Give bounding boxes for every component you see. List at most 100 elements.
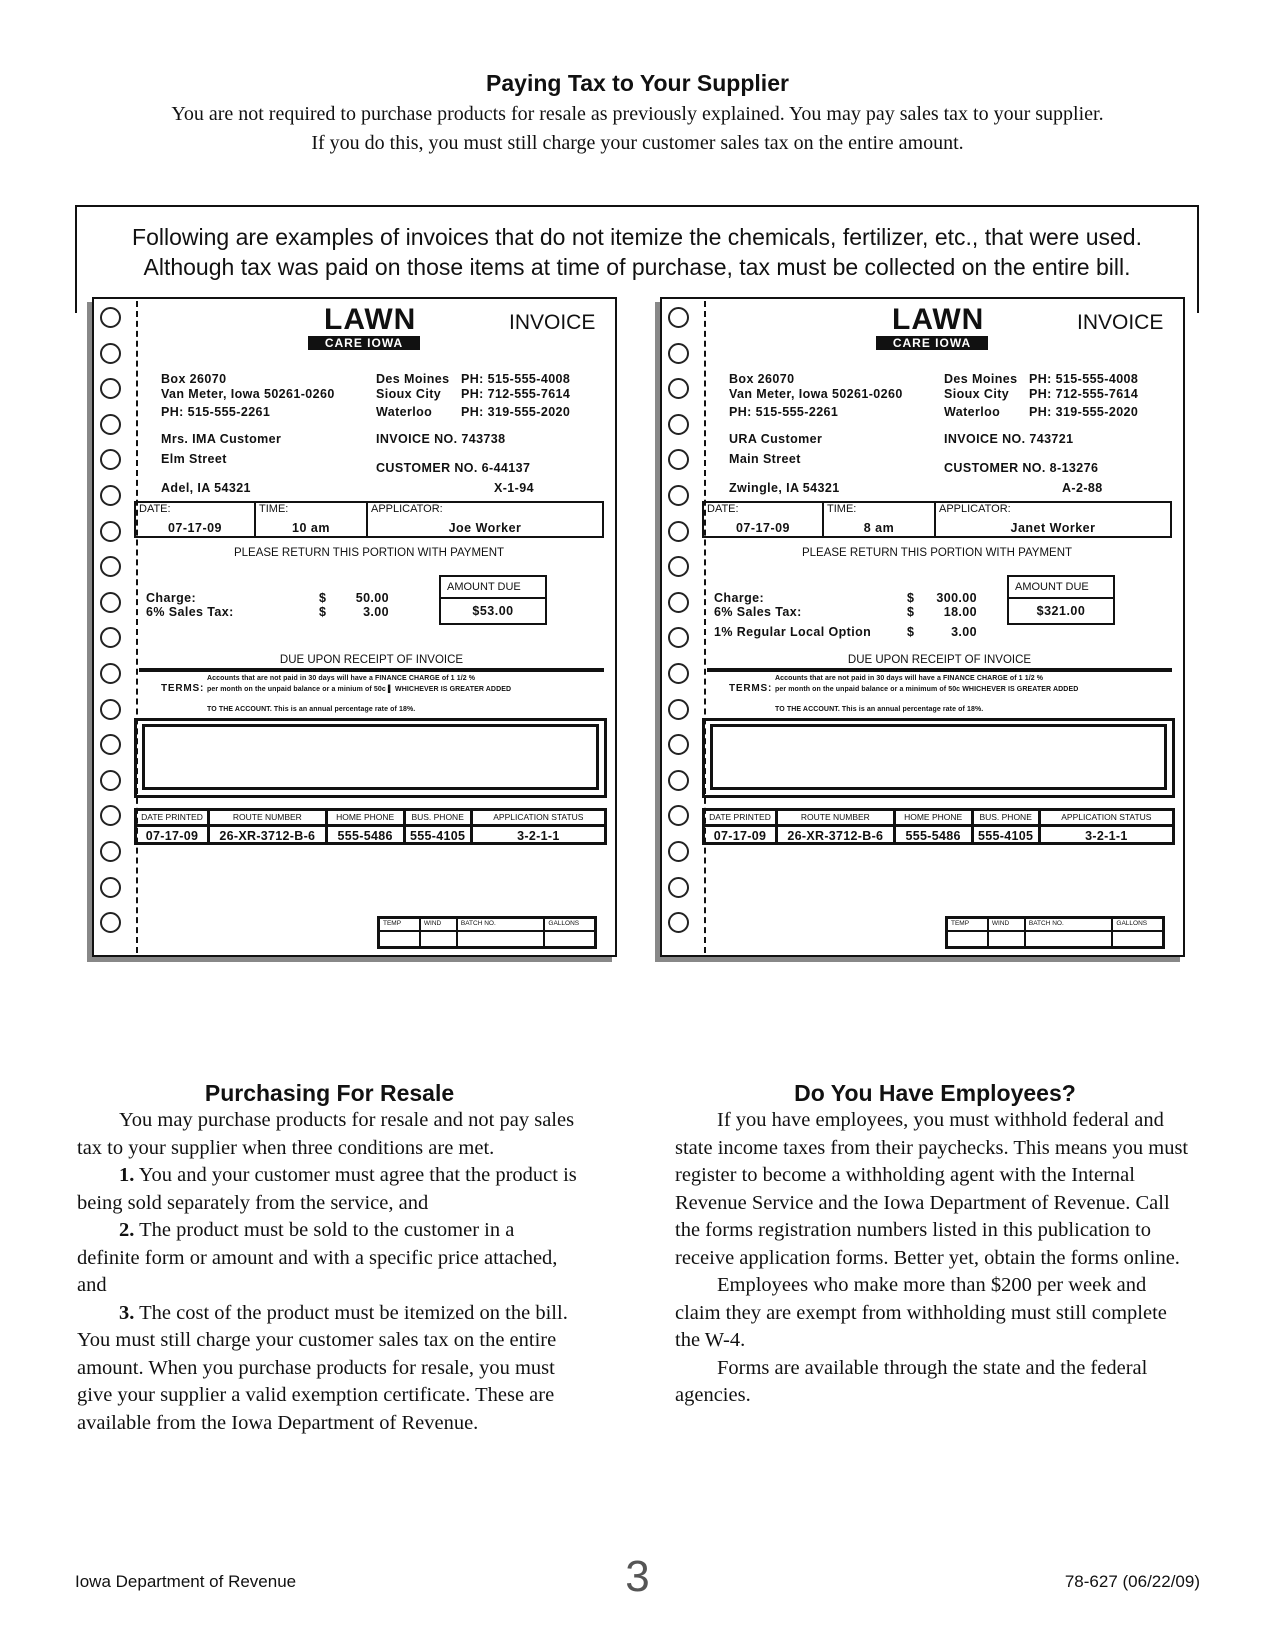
customer-street: Elm Street xyxy=(161,452,227,466)
info-header: ROUTE NUMBER xyxy=(778,811,893,827)
punch-hole-icon xyxy=(100,840,121,862)
punch-hole-icon xyxy=(668,342,689,364)
company-city: Van Meter, Iowa 50261-0260 xyxy=(729,387,903,401)
info-value: 07-17-09 xyxy=(145,829,199,843)
charge-label: Charge: xyxy=(146,591,197,605)
punch-hole-icon xyxy=(668,449,689,471)
punch-hole-icon xyxy=(100,912,121,934)
customer-city: Zwingle, IA 54321 xyxy=(729,481,840,495)
return-note: PLEASE RETURN THIS PORTION WITH PAYMENT xyxy=(801,547,1073,559)
notes-box xyxy=(702,718,1175,798)
charge-label: 1% Regular Local Option xyxy=(714,625,872,639)
batch-header: BATCH NO. xyxy=(1025,919,1112,932)
info-header: ROUTE NUMBER xyxy=(210,811,325,827)
info-value: 26-XR-3712-B-6 xyxy=(787,829,884,843)
branch-city: Des Moines xyxy=(944,372,1018,386)
amount-due-value: $321.00 xyxy=(1036,604,1086,618)
company-phone: PH: 515-555-2261 xyxy=(729,405,839,419)
info-value: 555-5486 xyxy=(905,829,961,843)
batch-header: TEMP xyxy=(948,919,987,932)
info-column: BUS. PHONE 555-4105 xyxy=(405,811,473,843)
company-box: Box 26070 xyxy=(161,372,227,386)
resale-item: 1. You and your customer must agree that… xyxy=(77,1162,582,1217)
resale-item: 3. The cost of the product must be itemi… xyxy=(77,1300,582,1438)
punch-hole-icon xyxy=(100,627,121,649)
info-header: APPLICATION STATUS xyxy=(1040,811,1172,827)
punch-hole-icon xyxy=(668,876,689,898)
punch-hole-icon xyxy=(100,662,121,684)
item-number: 1. xyxy=(119,1164,135,1186)
charge-amount-cell: $ 300.00 xyxy=(907,591,977,605)
time-cell: TIME: 10 am xyxy=(256,503,368,536)
punch-hole-icon xyxy=(668,840,689,862)
branch-city: Waterloo xyxy=(376,405,433,419)
info-column: ROUTE NUMBER 26-XR-3712-B-6 xyxy=(778,811,896,843)
branch-phone: PH: 319-555-2020 xyxy=(1029,405,1139,419)
info-column: ROUTE NUMBER 26-XR-3712-B-6 xyxy=(210,811,328,843)
batch-table: TEMP WIND BATCH NO. GALLONS xyxy=(945,916,1165,949)
charge-label: 6% Sales Tax: xyxy=(146,605,234,619)
currency-symbol: $ xyxy=(907,591,915,605)
applicator-name: Joe Worker xyxy=(448,521,522,535)
info-header: BUS. PHONE xyxy=(973,811,1038,827)
invoice-number: INVOICE NO. 743721 xyxy=(944,432,1074,446)
item-text: The product must be sold to the customer… xyxy=(77,1219,558,1296)
punch-hole-icon xyxy=(100,734,121,756)
batch-header: WIND xyxy=(420,919,456,932)
applicator-label: APPLICATOR: xyxy=(371,503,443,515)
callout-line-1: Following are examples of invoices that … xyxy=(132,224,1142,250)
batch-header: TEMP xyxy=(380,919,419,932)
applicator-name: Janet Worker xyxy=(1010,521,1096,535)
customer-street: Main Street xyxy=(729,452,801,466)
punch-holes xyxy=(668,307,692,948)
invoice-example-2: LAWN CARE IOWA INVOICE Box 26070 Van Met… xyxy=(660,297,1185,957)
terms-line-3: TO THE ACCOUNT. This is an annual percen… xyxy=(775,706,984,713)
invoice-title: INVOICE xyxy=(1077,311,1164,334)
company-logo: LAWN xyxy=(324,303,417,336)
charge-line: 1% Regular Local Option xyxy=(714,625,871,639)
resale-section: Purchasing For Resale You may purchase p… xyxy=(77,1080,582,1437)
service-info-table: DATE PRINTED 07-17-09 ROUTE NUMBER 26-XR… xyxy=(134,808,607,845)
punch-hole-icon xyxy=(100,805,121,827)
info-value: 3-2-1-1 xyxy=(517,829,560,843)
divider xyxy=(707,668,1172,672)
terms-label: TERMS: xyxy=(161,683,205,694)
punch-hole-icon xyxy=(100,378,121,400)
punch-hole-icon xyxy=(668,520,689,542)
info-value: 555-4105 xyxy=(978,829,1034,843)
resale-item: 2. The product must be sold to the custo… xyxy=(77,1217,582,1300)
info-column: DATE PRINTED 07-17-09 xyxy=(137,811,210,843)
due-note: DUE UPON RECEIPT OF INVOICE xyxy=(847,654,1032,666)
perforation-line xyxy=(704,301,706,953)
customer-name: Mrs. IMA Customer xyxy=(161,432,282,446)
punch-holes xyxy=(100,307,124,948)
branch-city: Waterloo xyxy=(944,405,1001,419)
employees-paragraph: Forms are available through the state an… xyxy=(675,1356,1148,1407)
punch-hole-icon xyxy=(100,342,121,364)
service-time: 8 am xyxy=(863,521,895,535)
info-value: 26-XR-3712-B-6 xyxy=(219,829,316,843)
applicator-cell: APPLICATOR: Joe Worker xyxy=(368,503,602,536)
charge-line: 6% Sales Tax: xyxy=(146,605,234,619)
info-column: HOME PHONE 555-5486 xyxy=(327,811,406,843)
punch-hole-icon xyxy=(100,769,121,791)
info-header: DATE PRINTED xyxy=(137,811,207,827)
currency-symbol: $ xyxy=(319,605,327,619)
info-header: DATE PRINTED xyxy=(705,811,775,827)
punch-hole-icon xyxy=(668,698,689,720)
applicator-cell: APPLICATOR: Janet Worker xyxy=(936,503,1170,536)
batch-header: WIND xyxy=(988,919,1024,932)
branch-phone: PH: 515-555-4008 xyxy=(1029,372,1139,386)
invoice-number: INVOICE NO. 743738 xyxy=(376,432,506,446)
company-phone: PH: 515-555-2261 xyxy=(161,405,271,419)
terms-label: TERMS: xyxy=(729,683,773,694)
info-header: HOME PHONE xyxy=(895,811,971,827)
punch-hole-icon xyxy=(100,556,121,578)
company-logo-tagline: CARE IOWA xyxy=(876,336,988,350)
time-label: TIME: xyxy=(827,503,857,515)
amount-due-value: $53.00 xyxy=(472,604,514,618)
page-heading: Paying Tax to Your Supplier xyxy=(486,70,789,96)
notes-box-inner xyxy=(710,724,1167,790)
batch-column: WIND xyxy=(988,919,1026,946)
terms-line-3: TO THE ACCOUNT. This is an annual percen… xyxy=(207,706,416,713)
